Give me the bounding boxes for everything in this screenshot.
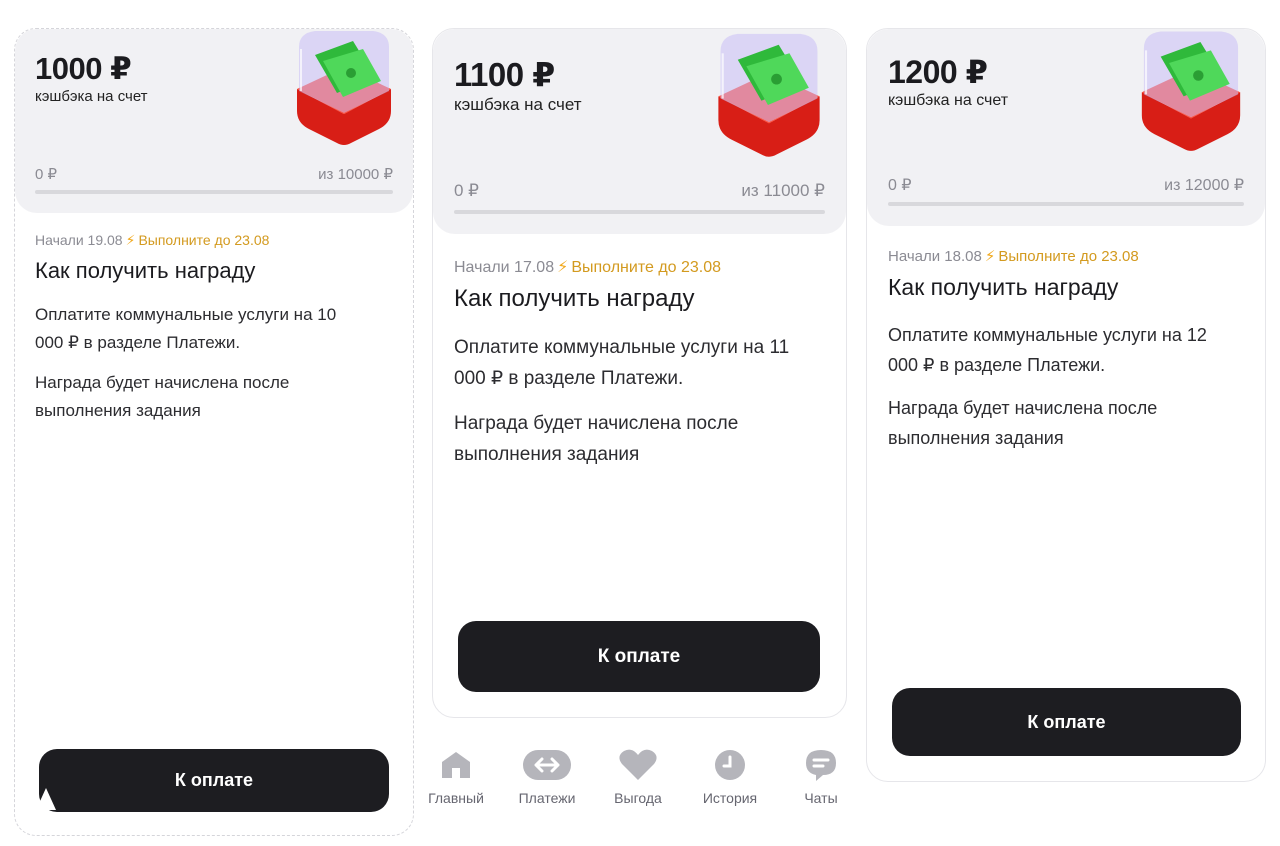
reward-note: Награда будет начислена после выполнения… <box>888 398 1158 448</box>
nav-item-home[interactable]: Главный <box>416 748 496 806</box>
progress-track <box>888 202 1244 206</box>
nav-item-history[interactable]: История <box>690 748 770 806</box>
reward-heading: Как получить награду <box>35 258 256 283</box>
nav-label-history: История <box>702 790 758 806</box>
cashback-subtitle: кэшбэка на счет <box>35 88 148 105</box>
cashback-summary-panel: 1000 ₽ кэшбэка на счет 0 ₽ из 10000 ₽ <box>15 29 413 213</box>
cashback-card-3: 1200 ₽ кэшбэка на счет 0 ₽ из 12000 ₽ На… <box>866 28 1266 782</box>
progress-current: 0 ₽ <box>35 166 58 183</box>
progress-track <box>454 210 825 214</box>
cash-cube-illustration <box>1141 31 1241 151</box>
task-dates: Начали 18.08 ⚡ Выполните до 23.08 <box>888 247 1139 265</box>
start-date: Начали 19.08 <box>35 232 123 248</box>
progress-current: 0 ₽ <box>888 177 912 194</box>
cashback-subtitle: кэшбэка на счет <box>888 92 1009 109</box>
bottom-navigation: Главный Платежи Выгода История Чаты <box>420 748 850 818</box>
nav-label-payments: Платежи <box>518 790 576 806</box>
nav-item-chats[interactable]: Чаты <box>781 748 861 806</box>
cash-cube-illustration <box>297 31 391 145</box>
reward-heading: Как получить награду <box>454 285 695 312</box>
reward-note: Награда будет начислена после выполнения… <box>35 373 290 420</box>
start-date: Начали 17.08 <box>454 259 555 276</box>
task-dates: Начали 19.08 ⚡ Выполните до 23.08 <box>35 232 269 249</box>
cashback-card-1: 1000 ₽ кэшбэка на счет 0 ₽ из 10000 ₽ На… <box>14 28 414 836</box>
cash-cube-illustration <box>718 33 820 157</box>
cashback-summary-panel: 1200 ₽ кэшбэка на счет 0 ₽ из 12000 ₽ <box>867 29 1265 226</box>
task-instruction: Оплатите коммунальные услуги на 11 000 ₽… <box>454 337 790 389</box>
cashback-amount: 1200 ₽ <box>888 54 988 90</box>
progress-current: 0 ₽ <box>454 181 479 200</box>
cashback-summary-panel: 1100 ₽ кэшбэка на счет 0 ₽ из 11000 ₽ <box>433 29 846 234</box>
nav-item-payments[interactable]: Платежи <box>507 748 587 806</box>
pay-button[interactable]: К оплате <box>458 621 820 692</box>
home-icon <box>442 752 470 778</box>
cashback-amount: 1000 ₽ <box>35 51 132 86</box>
task-dates: Начали 17.08 ⚡ Выполните до 23.08 <box>454 257 721 277</box>
reward-heading: Как получить награду <box>888 274 1119 300</box>
progress-target: из 10000 ₽ <box>318 166 393 183</box>
task-instruction: Оплатите коммунальные услуги на 12 000 ₽… <box>888 325 1207 375</box>
cashback-subtitle: кэшбэка на счет <box>454 95 582 114</box>
nav-label-chats: Чаты <box>804 790 838 806</box>
heart-icon <box>619 749 657 780</box>
cashback-amount: 1100 ₽ <box>454 56 555 93</box>
deadline-date: Выполните до 23.08 <box>998 248 1139 265</box>
pay-button[interactable]: К оплате <box>39 749 389 812</box>
deadline-date: Выполните до 23.08 <box>571 259 722 276</box>
pay-button[interactable]: К оплате <box>892 688 1241 756</box>
progress-target: из 11000 ₽ <box>741 181 825 200</box>
transfer-arrows-icon <box>523 750 571 780</box>
progress-target: из 12000 ₽ <box>1164 177 1244 194</box>
cashback-card-2: 1100 ₽ кэшбэка на счет 0 ₽ из 11000 ₽ На… <box>432 28 847 718</box>
reward-note: Награда будет начислена после выполнения… <box>454 413 739 465</box>
nav-label-home: Главный <box>428 790 484 806</box>
task-instruction: Оплатите коммунальные услуги на 10 000 ₽… <box>35 305 337 352</box>
start-date: Начали 18.08 <box>888 248 982 265</box>
clock-icon <box>715 750 745 780</box>
nav-label-benefits: Выгода <box>614 790 662 806</box>
lightning-icon: ⚡ <box>125 232 136 248</box>
nav-item-benefits[interactable]: Выгода <box>598 748 678 806</box>
crop-artifact <box>36 788 56 810</box>
progress-track <box>35 190 393 194</box>
lightning-icon: ⚡ <box>984 248 996 265</box>
lightning-icon: ⚡ <box>557 259 569 276</box>
chat-bubble-icon <box>806 750 836 781</box>
deadline-date: Выполните до 23.08 <box>138 232 270 248</box>
